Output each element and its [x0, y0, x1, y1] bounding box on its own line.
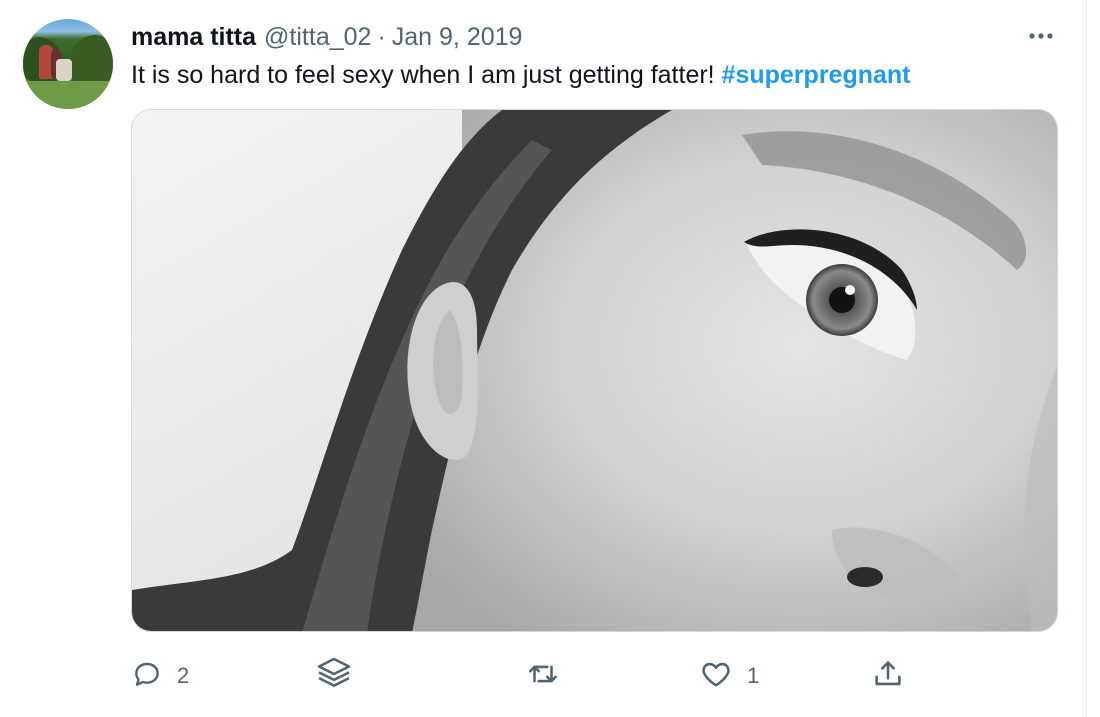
layers-icon — [314, 654, 354, 699]
tweet-body: It is so hard to feel sexy when I am jus… — [131, 61, 715, 89]
like-button[interactable]: 1 — [699, 656, 759, 696]
tweet-card: mama titta @titta_02 · Jan 9, 2019 It is… — [0, 0, 1100, 717]
retweet-button[interactable] — [526, 656, 560, 696]
avatar-grass — [23, 81, 113, 109]
tweet-photo[interactable] — [131, 109, 1058, 632]
more-horizontal-icon[interactable] — [1024, 22, 1058, 50]
heart-icon — [699, 657, 733, 696]
photo-grayscale-face — [132, 110, 1057, 631]
avatar[interactable] — [23, 19, 113, 109]
tweet-date[interactable]: Jan 9, 2019 — [392, 23, 523, 52]
like-count: 1 — [747, 663, 760, 688]
avatar-tree-right — [69, 35, 113, 85]
hashtag-link[interactable]: #superpregnant — [722, 61, 911, 89]
action-bar: 2 1 — [131, 656, 931, 696]
retweet-icon — [526, 657, 560, 696]
display-name[interactable]: mama titta — [131, 23, 256, 52]
reply-icon — [131, 658, 163, 695]
user-handle[interactable]: @titta_02 — [264, 23, 371, 52]
separator-dot: · — [377, 22, 386, 51]
share-icon — [871, 657, 905, 696]
column-divider — [1086, 0, 1087, 717]
reply-count: 2 — [177, 663, 190, 688]
share-button[interactable] — [871, 656, 905, 696]
tweet-header: mama titta @titta_02 · Jan 9, 2019 — [131, 21, 522, 53]
tweet-text: It is so hard to feel sexy when I am jus… — [131, 58, 911, 92]
layers-button[interactable] — [314, 656, 354, 696]
avatar-barrel — [56, 59, 72, 81]
reply-button[interactable]: 2 — [131, 656, 189, 696]
